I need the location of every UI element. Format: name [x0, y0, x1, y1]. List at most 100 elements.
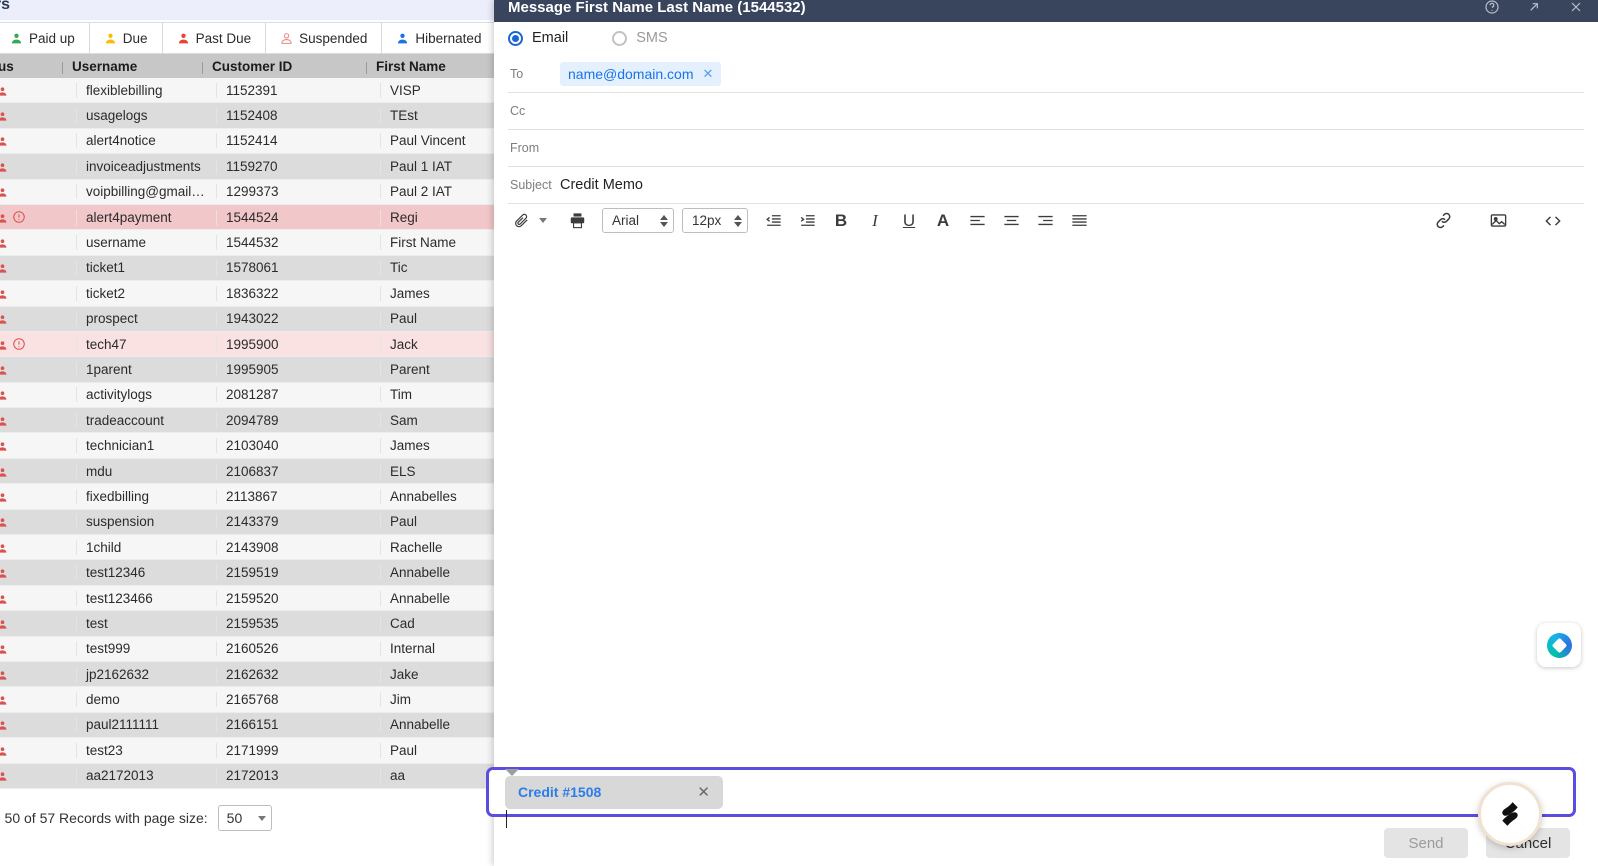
- cell-username: test: [76, 615, 216, 631]
- cell-username: voipbilling@gmail.co…: [76, 184, 216, 200]
- cell-customer-id: 2166151: [216, 717, 380, 733]
- insert-image-icon[interactable]: [1481, 206, 1515, 236]
- table-row[interactable]: mdu 2106837 ELS: [0, 458, 495, 485]
- status-tab-hibernated[interactable]: Hibernated: [382, 23, 495, 53]
- table-row[interactable]: demo 2165768 Jim: [0, 687, 495, 713]
- close-icon[interactable]: [1568, 0, 1584, 15]
- person-icon: [0, 567, 8, 578]
- table-row[interactable]: usagelogs 1152408 TEst: [0, 103, 495, 129]
- outdent-icon[interactable]: [756, 206, 790, 236]
- status-tab-suspended[interactable]: Suspended: [266, 23, 383, 53]
- chat-widget-icon[interactable]: [1537, 623, 1581, 667]
- font-family-select[interactable]: Arial: [602, 208, 674, 233]
- person-icon: [0, 415, 8, 426]
- source-code-icon[interactable]: [1536, 206, 1570, 236]
- remove-recipient-icon[interactable]: ✕: [703, 66, 714, 82]
- align-center-icon[interactable]: [994, 206, 1028, 236]
- table-row[interactable]: alert4notice 1152414 Paul Vincent: [0, 128, 495, 155]
- cell-first-name: Paul 1 IAT: [380, 158, 495, 174]
- table-row[interactable]: voipbilling@gmail.co… 1299373 Paul 2 IAT: [0, 179, 495, 205]
- table-row[interactable]: alert4payment 1544524 Regi: [0, 204, 495, 231]
- page-size-select[interactable]: 50: [217, 805, 272, 831]
- column-header[interactable]: Customer ID: [202, 59, 366, 74]
- status-cell: [0, 85, 76, 96]
- alert-icon[interactable]: [12, 337, 26, 351]
- table-row[interactable]: jp2162632 2162632 Jake: [0, 661, 495, 688]
- align-left-icon[interactable]: [960, 206, 994, 236]
- table-row[interactable]: tech47 1995900 Jack: [0, 331, 495, 358]
- font-family-value: Arial: [612, 213, 640, 228]
- table-row[interactable]: suspension 2143379 Paul: [0, 509, 495, 536]
- chevron-down-icon[interactable]: [534, 206, 552, 236]
- alert-icon[interactable]: [12, 210, 26, 224]
- modal-header: Message First Name Last Name (1544532): [494, 0, 1598, 22]
- table-row[interactable]: test12346 2159519 Annabelle: [0, 560, 495, 586]
- attachment-bar[interactable]: Credit #1508 ✕: [486, 767, 1576, 817]
- message-body-editor[interactable]: [508, 237, 1584, 767]
- table-row[interactable]: invoiceadjustments 1159270 Paul 1 IAT: [0, 154, 495, 180]
- person-icon: [10, 32, 23, 45]
- status-tab-paid-up[interactable]: Paid up: [0, 23, 90, 53]
- send-button[interactable]: Send: [1384, 828, 1468, 858]
- table-row[interactable]: tradeaccount 2094789 Sam: [0, 408, 495, 434]
- person-icon: [0, 516, 8, 527]
- table-row[interactable]: test123466 2159520 Annabelle: [0, 585, 495, 612]
- attachment-chip[interactable]: Credit #1508 ✕: [505, 775, 723, 809]
- table-row[interactable]: prospect 1943022 Paul: [0, 306, 495, 332]
- status-tab-due[interactable]: Due: [89, 23, 163, 53]
- cell-customer-id: 2162632: [216, 666, 380, 682]
- cell-customer-id: 1152414: [216, 133, 380, 149]
- table-row[interactable]: paul2111111 2166151 Annabelle: [0, 712, 495, 739]
- cell-username: test999: [76, 641, 216, 657]
- table-row[interactable]: technician1 2103040 James: [0, 433, 495, 459]
- cell-customer-id: 2159535: [216, 615, 380, 631]
- help-circle-icon[interactable]: [1484, 0, 1500, 15]
- field-row-subject: Subject Credit Memo: [508, 167, 1584, 204]
- italic-icon[interactable]: I: [858, 206, 892, 236]
- font-color-icon[interactable]: A: [926, 206, 960, 236]
- table-row[interactable]: 1child 2143908 Rachelle: [0, 535, 495, 561]
- table-row[interactable]: ticket1 1578061 Tic: [0, 255, 495, 282]
- align-justify-icon[interactable]: [1062, 206, 1096, 236]
- to-input[interactable]: name@domain.com ✕: [560, 62, 1584, 86]
- column-header[interactable]: atus: [0, 59, 62, 74]
- expand-arrow-icon[interactable]: [1526, 0, 1542, 15]
- paperclip-icon[interactable]: [508, 206, 534, 236]
- bold-icon[interactable]: B: [824, 206, 858, 236]
- table-row[interactable]: flexiblebilling 1152391 VISP: [0, 78, 495, 104]
- recipient-chip[interactable]: name@domain.com ✕: [560, 62, 722, 86]
- cell-first-name: Jim: [380, 692, 495, 708]
- table-row[interactable]: activitylogs 2081287 Tim: [0, 382, 495, 409]
- status-filter-tabs[interactable]: Paid up Due Past Due Suspended Hibernated: [0, 22, 495, 54]
- table-row[interactable]: 1parent 1995905 Parent: [0, 357, 495, 383]
- status-cell: [0, 491, 76, 502]
- subject-input[interactable]: Credit Memo: [560, 177, 1584, 193]
- table-row[interactable]: fixedbilling 2113867 Annabelles: [0, 484, 495, 510]
- table-row[interactable]: ticket2 1836322 James: [0, 281, 495, 307]
- table-row[interactable]: test 2159535 Cad: [0, 611, 495, 637]
- remove-attachment-icon[interactable]: ✕: [697, 783, 710, 801]
- printer-icon[interactable]: [560, 206, 594, 236]
- cell-customer-id: 1943022: [216, 311, 380, 327]
- indent-icon[interactable]: [790, 206, 824, 236]
- underline-icon[interactable]: U: [892, 206, 926, 236]
- table-row[interactable]: username 1544532 First Name: [0, 230, 495, 256]
- table-row[interactable]: test999 2160526 Internal: [0, 636, 495, 662]
- font-size-select[interactable]: 12px: [682, 208, 748, 233]
- channel-option-email[interactable]: Email: [508, 30, 568, 46]
- status-tab-past-due[interactable]: Past Due: [162, 23, 267, 53]
- table-row[interactable]: test23 2171999 Paul: [0, 738, 495, 764]
- column-header[interactable]: Username: [62, 59, 202, 74]
- table-row[interactable]: aa2172013 2172013 aa: [0, 763, 495, 789]
- status-cell: [0, 337, 76, 351]
- channel-option-sms[interactable]: SMS: [612, 30, 668, 46]
- person-icon: [177, 32, 190, 45]
- link-icon[interactable]: [1426, 206, 1460, 236]
- label-subject: Subject: [510, 178, 552, 192]
- cell-first-name: Annabelles: [380, 488, 495, 504]
- column-header[interactable]: First Name: [366, 59, 481, 74]
- status-cell: [0, 313, 76, 324]
- status-cell: [0, 288, 76, 299]
- align-right-icon[interactable]: [1028, 206, 1062, 236]
- status-cell: [0, 237, 76, 248]
